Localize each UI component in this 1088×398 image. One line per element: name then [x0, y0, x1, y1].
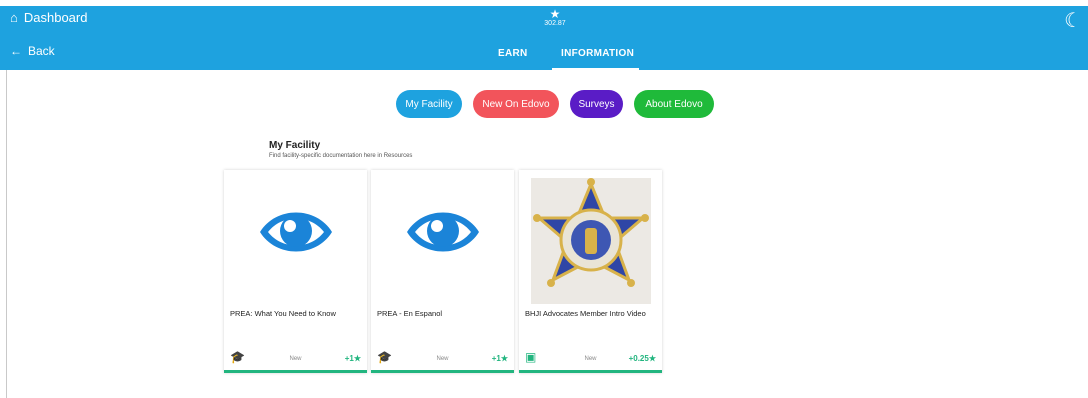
filter-my-facility[interactable]: My Facility: [396, 90, 462, 118]
star-icon: ★: [500, 354, 508, 363]
filter-surveys[interactable]: Surveys: [570, 90, 623, 118]
card-title: PREA - En Espanol: [377, 309, 443, 318]
reward-points: +0.25★: [629, 354, 656, 363]
card-title: PREA: What You Need to Know: [230, 309, 336, 318]
reward-value: +1: [491, 354, 501, 363]
section-subtitle: Find facility-specific documentation her…: [269, 153, 413, 159]
tab-earn[interactable]: EARN: [498, 48, 528, 59]
reward-value: +0.25: [628, 354, 649, 363]
filter-about-edovo[interactable]: About Edovo: [634, 90, 714, 118]
reward-points: +1★: [345, 354, 361, 363]
back-button[interactable]: ← Back: [10, 44, 55, 58]
top-bar: ⌂ Dashboard ← Back ★ 302.87 ☾ EARN INFOR…: [0, 6, 1088, 71]
dashboard-link[interactable]: ⌂ Dashboard: [10, 10, 87, 25]
active-tab-indicator: [552, 68, 639, 71]
section-title: My Facility: [269, 140, 321, 151]
reward-value: +1: [344, 354, 354, 363]
divider: [6, 70, 7, 398]
progress-bar: [371, 370, 514, 373]
resource-card[interactable]: BHJI Advocates Member Intro Video ▣ New …: [519, 170, 662, 373]
tab-information[interactable]: INFORMATION: [561, 48, 634, 59]
star-icon: ★: [549, 7, 561, 21]
avatar-icon[interactable]: ☾: [1064, 8, 1082, 33]
dashboard-label: Dashboard: [23, 10, 88, 25]
back-label: Back: [28, 44, 55, 58]
progress-bar: [519, 370, 662, 373]
eye-icon: [407, 212, 479, 252]
filter-new-on-edovo[interactable]: New On Edovo: [473, 90, 559, 118]
home-icon: ⌂: [10, 10, 18, 25]
sheriff-badge-image: [531, 178, 651, 304]
resource-card[interactable]: PREA - En Espanol 🎓 New +1★: [371, 170, 514, 373]
reward-points: +1★: [492, 354, 508, 363]
star-icon: ★: [353, 354, 361, 363]
progress-bar: [224, 370, 367, 373]
arrow-left-icon: ←: [10, 44, 22, 58]
points-value: 302.87: [544, 20, 566, 27]
star-icon: ★: [648, 354, 656, 363]
eye-icon: [260, 212, 332, 252]
resource-card[interactable]: PREA: What You Need to Know 🎓 New +1★: [224, 170, 367, 373]
points-display: ★ 302.87: [540, 8, 570, 27]
card-title: BHJI Advocates Member Intro Video: [525, 309, 646, 318]
